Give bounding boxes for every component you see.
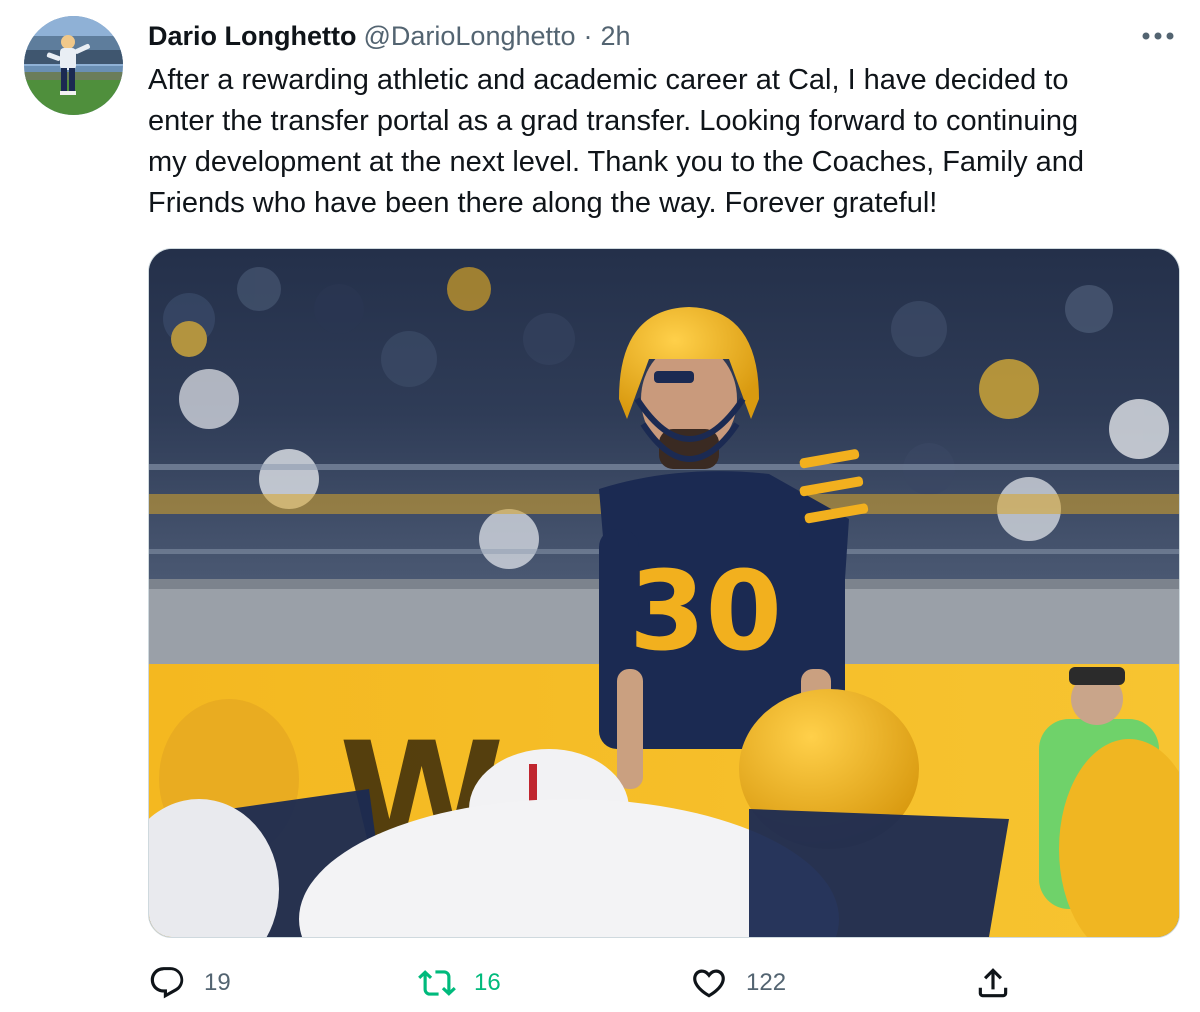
like-button[interactable]: 122 — [690, 960, 786, 1006]
tweet-timestamp[interactable]: 2h — [601, 21, 631, 52]
share-button[interactable] — [974, 960, 1012, 1006]
tweet: Dario Longhetto @DarioLonghetto · 2h Aft… — [0, 0, 1200, 1012]
retweet-icon — [418, 970, 456, 996]
share-icon — [978, 968, 1008, 998]
author-handle[interactable]: @DarioLonghetto — [363, 21, 575, 52]
jersey-number: 30 — [629, 547, 782, 675]
more-horizontal-icon — [1142, 32, 1174, 40]
football-player-photo: W 30 — [149, 249, 1179, 937]
author-avatar[interactable] — [24, 16, 123, 115]
reply-button[interactable]: 19 — [148, 960, 231, 1006]
like-count: 122 — [746, 969, 787, 996]
tweet-photo[interactable]: W 30 — [148, 248, 1180, 938]
retweet-count: 16 — [474, 969, 501, 996]
more-options-button[interactable] — [1138, 16, 1178, 56]
avatar-photo — [24, 16, 123, 115]
heart-icon — [693, 969, 725, 998]
author-name[interactable]: Dario Longhetto — [148, 21, 356, 52]
comment-icon — [150, 967, 184, 999]
reply-count: 19 — [204, 969, 231, 996]
header-separator: · — [583, 20, 593, 51]
retweet-button[interactable]: 16 — [418, 960, 501, 1006]
tweet-actions: 19 16 122 — [148, 960, 1188, 1006]
tweet-header: Dario Longhetto @DarioLonghetto · 2h — [148, 18, 631, 54]
tweet-text: After a rewarding athletic and academic … — [148, 64, 1085, 219]
